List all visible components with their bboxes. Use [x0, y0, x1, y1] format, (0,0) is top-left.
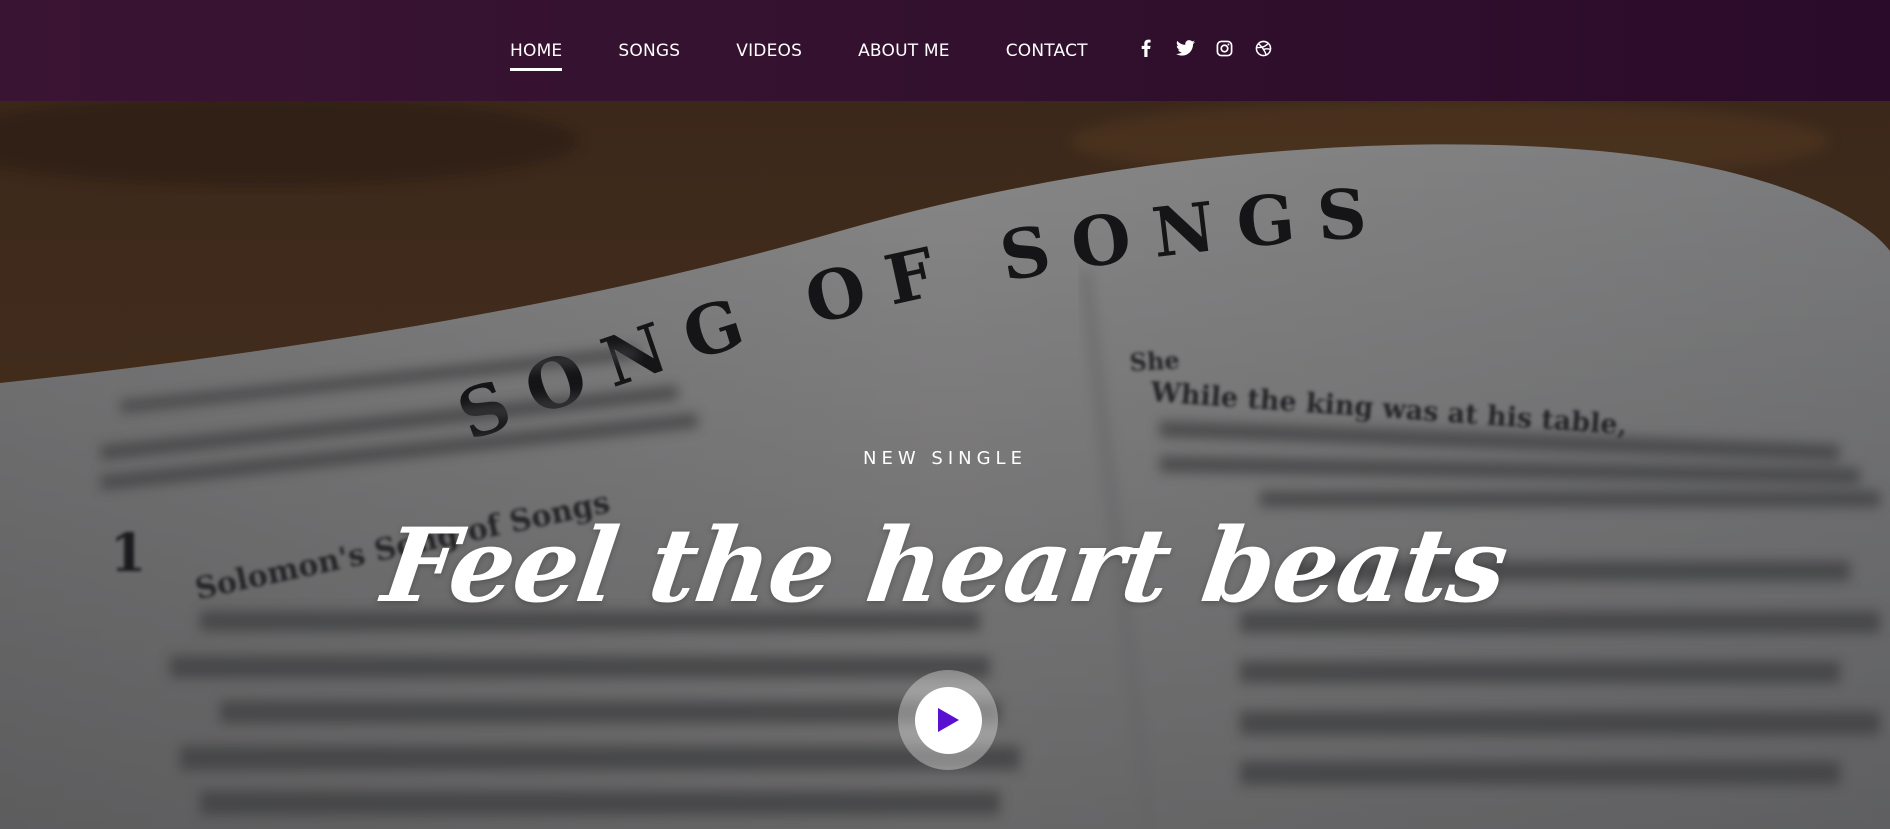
twitter-icon[interactable] — [1175, 38, 1195, 58]
nav-item-videos[interactable]: VIDEOS — [736, 41, 802, 61]
social-links — [1136, 38, 1292, 58]
play-icon — [938, 708, 959, 732]
main-menu: HOME SONGS VIDEOS ABOUT ME CONTACT — [510, 0, 1144, 101]
nav-item-home[interactable]: HOME — [510, 41, 563, 71]
hero-headline: Feel the heart beats — [376, 506, 1514, 626]
facebook-icon[interactable] — [1136, 38, 1156, 58]
hero-section: SONG OF SONGS 1 Solomon's Song of Songs … — [0, 101, 1890, 829]
top-navbar: HOME SONGS VIDEOS ABOUT ME CONTACT — [0, 0, 1890, 101]
dribbble-icon[interactable] — [1253, 38, 1273, 58]
hero-content: NEW SINGLE Feel the heart beats — [0, 101, 1890, 829]
instagram-icon[interactable] — [1214, 38, 1234, 58]
nav-item-about-me[interactable]: ABOUT ME — [858, 41, 950, 61]
nav-item-contact[interactable]: CONTACT — [1006, 41, 1088, 61]
play-button[interactable] — [898, 670, 998, 770]
hero-kicker: NEW SINGLE — [863, 448, 1027, 469]
play-button-inner[interactable] — [914, 686, 982, 754]
page: HOME SONGS VIDEOS ABOUT ME CONTACT ONG O… — [0, 0, 1890, 829]
nav-item-songs[interactable]: SONGS — [618, 41, 680, 61]
